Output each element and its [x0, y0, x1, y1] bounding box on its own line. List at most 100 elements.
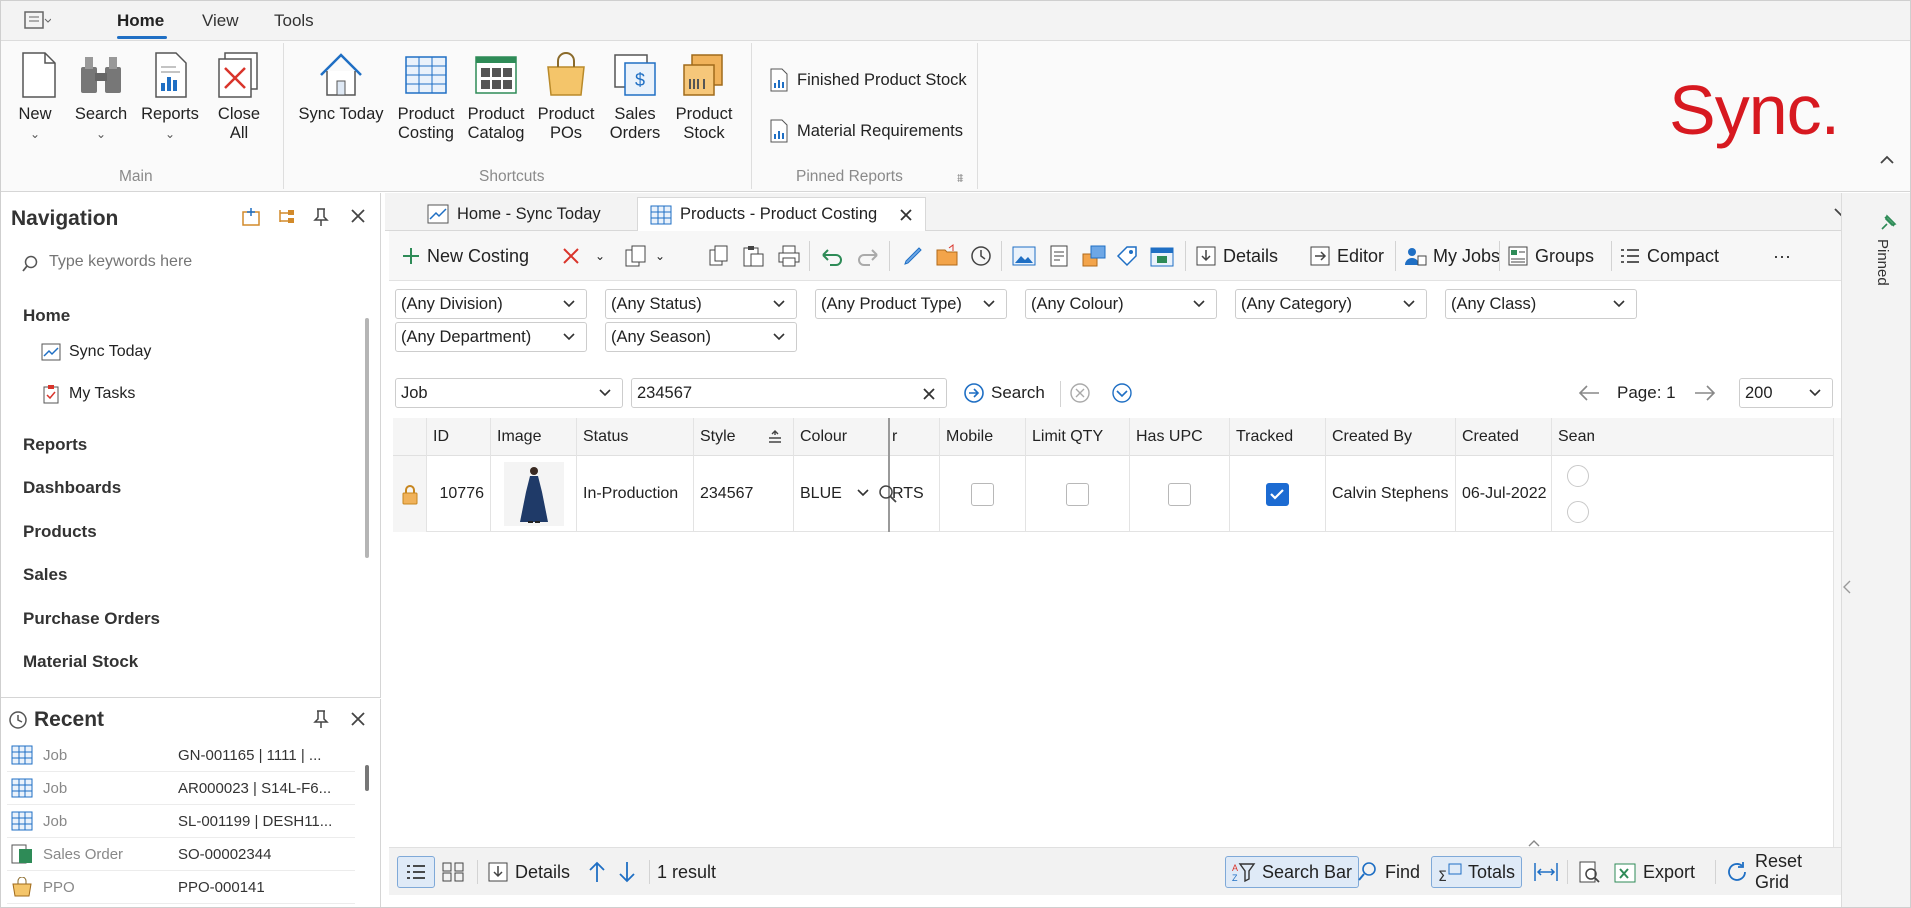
pinned-report-finished-product-stock[interactable]: Finished Product Stock	[769, 68, 967, 92]
recent-item[interactable]: Sales Order SO-00002344	[7, 838, 355, 871]
search-input[interactable]: 234567	[631, 378, 947, 408]
document-icon[interactable]	[1047, 231, 1071, 281]
recent-item[interactable]: Job GN-001165 | 1111 | ...	[7, 739, 355, 772]
column-header-mobile[interactable]: Mobile	[940, 418, 1026, 456]
column-header-limit-qty[interactable]: Limit QTY	[1026, 418, 1130, 456]
close-icon[interactable]	[349, 710, 367, 728]
recent-item[interactable]: Job SL-001199 | DESH11...	[7, 805, 355, 838]
search-bar-toggle[interactable]: AZ Search Bar	[1225, 856, 1360, 888]
open-folder-icon[interactable]	[935, 231, 961, 281]
recent-item[interactable]: PPO PPO-000141	[7, 871, 355, 904]
cell-tracked-checkbox[interactable]	[1230, 456, 1326, 532]
cell-limit-qty-checkbox[interactable]	[1026, 456, 1130, 532]
cell-created-by[interactable]: Calvin Stephens	[1326, 456, 1456, 532]
cell-id[interactable]: 10776	[427, 456, 491, 532]
page-size-select[interactable]: 200	[1739, 378, 1833, 408]
costing-sheet-icon[interactable]	[1149, 231, 1175, 281]
nav-item-my-tasks[interactable]: My Tasks	[41, 384, 135, 404]
close-icon[interactable]	[349, 207, 367, 225]
details-panel-button[interactable]: Details	[487, 856, 570, 888]
radio-button[interactable]	[1567, 465, 1589, 487]
clear-search-icon[interactable]	[1069, 382, 1091, 404]
copy-special-icon[interactable]	[623, 231, 649, 281]
find-button[interactable]: Find	[1357, 856, 1420, 888]
checkbox[interactable]	[971, 482, 994, 506]
copy-dropdown-icon[interactable]: ⌄	[655, 231, 665, 281]
pinned-report-material-requirements[interactable]: Material Requirements	[769, 119, 963, 143]
collapse-left-icon[interactable]	[1842, 579, 1852, 595]
editor-button[interactable]: Editor	[1309, 231, 1384, 281]
nav-section-products[interactable]: Products	[23, 522, 97, 542]
cell-status[interactable]: In-Production	[577, 456, 694, 532]
nav-section-sales[interactable]: Sales	[23, 565, 67, 585]
nav-section-purchase-orders[interactable]: Purchase Orders	[23, 609, 160, 629]
previous-page-icon[interactable]	[1577, 383, 1601, 403]
nav-scrollbar[interactable]	[365, 318, 369, 558]
image-icon[interactable]	[1011, 231, 1037, 281]
more-options-button[interactable]: ···	[1773, 231, 1791, 281]
print-preview-icon[interactable]	[1577, 856, 1601, 888]
column-header-colour[interactable]: Colour	[794, 418, 890, 456]
group-expand-icon[interactable]: ⩩	[957, 171, 963, 186]
checkbox[interactable]	[1066, 482, 1089, 506]
tag-icon[interactable]	[1115, 231, 1139, 281]
move-down-icon[interactable]	[617, 856, 637, 888]
filter-season[interactable]: (Any Season)	[605, 322, 797, 352]
tab-home-sync-today[interactable]: Home - Sync Today	[415, 197, 613, 231]
cell-has-upc-checkbox[interactable]	[1130, 456, 1230, 532]
product-costing-shortcut[interactable]: Product Costing	[395, 49, 457, 143]
totals-toggle[interactable]: Σ Totals	[1431, 856, 1523, 888]
new-costing-button[interactable]: New Costing	[401, 231, 529, 281]
checkbox[interactable]	[1168, 482, 1191, 506]
menu-tab-tools[interactable]: Tools	[274, 11, 314, 31]
tab-products-product-costing[interactable]: Products - Product Costing	[637, 197, 927, 231]
paste-icon[interactable]	[741, 231, 765, 281]
sync-today-shortcut[interactable]: Sync Today	[297, 49, 385, 124]
fit-columns-icon[interactable]	[1533, 856, 1559, 888]
chevron-down-icon[interactable]	[856, 486, 870, 500]
nav-search-input[interactable]	[49, 247, 349, 277]
groups-button[interactable]: Groups	[1507, 231, 1594, 281]
menu-tab-view[interactable]: View	[202, 11, 239, 31]
delete-dropdown-icon[interactable]: ⌄	[595, 231, 605, 281]
cell-style[interactable]: 234567	[694, 456, 794, 532]
pin-icon[interactable]	[1878, 213, 1898, 233]
nav-section-reports[interactable]: Reports	[23, 435, 87, 455]
next-page-icon[interactable]	[1693, 383, 1717, 403]
product-thumbnail[interactable]	[491, 456, 577, 532]
undo-icon[interactable]	[819, 231, 845, 281]
search-field-select[interactable]: Job	[395, 378, 623, 408]
collapse-ribbon-icon[interactable]	[1879, 153, 1895, 165]
product-stock-shortcut[interactable]: Product Stock	[673, 49, 735, 143]
product-pos-shortcut[interactable]: Product POs	[535, 49, 597, 143]
nav-section-home[interactable]: Home	[23, 306, 70, 326]
radio-button[interactable]	[1567, 501, 1589, 523]
print-icon[interactable]	[777, 231, 801, 281]
compact-button[interactable]: Compact	[1619, 231, 1719, 281]
cell-seam-radios[interactable]	[1552, 456, 1594, 532]
cell-mobile-checkbox[interactable]	[940, 456, 1026, 532]
filter-product-type[interactable]: (Any Product Type)	[815, 289, 1007, 319]
new-button[interactable]: New ⌄	[13, 49, 57, 143]
column-header-created[interactable]: Created	[1456, 418, 1552, 456]
menu-tab-home[interactable]: Home	[117, 11, 164, 31]
details-button[interactable]: Details	[1195, 231, 1278, 281]
list-view-toggle[interactable]	[397, 856, 435, 888]
nav-section-material-stock[interactable]: Material Stock	[23, 652, 138, 672]
column-header-image[interactable]: Image	[491, 418, 577, 456]
column-header-r[interactable]: r	[890, 418, 940, 456]
column-header-status[interactable]: Status	[577, 418, 694, 456]
my-jobs-button[interactable]: My Jobs	[1403, 231, 1500, 281]
search-button[interactable]: Search	[963, 378, 1045, 408]
cell-r[interactable]: RTS	[890, 456, 940, 532]
checkbox-checked[interactable]	[1266, 482, 1289, 506]
column-header-has-upc[interactable]: Has UPC	[1130, 418, 1230, 456]
nav-section-dashboards[interactable]: Dashboards	[23, 478, 121, 498]
app-menu-icon[interactable]	[23, 10, 51, 32]
expand-filters-icon[interactable]	[1111, 382, 1133, 404]
sales-orders-shortcut[interactable]: $ Sales Orders	[605, 49, 665, 143]
search-button[interactable]: Search ⌄	[71, 49, 131, 143]
move-up-icon[interactable]	[587, 856, 607, 888]
nav-item-sync-today[interactable]: Sync Today	[41, 343, 151, 361]
column-header-tracked[interactable]: Tracked	[1230, 418, 1326, 456]
